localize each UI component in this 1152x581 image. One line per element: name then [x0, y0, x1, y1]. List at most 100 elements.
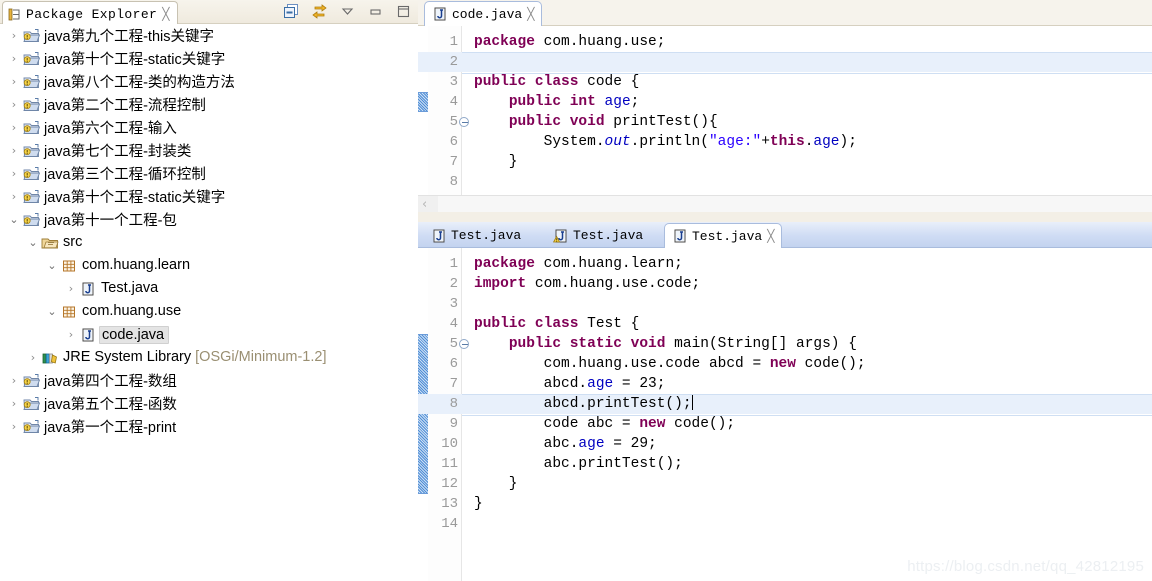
maximize-icon[interactable]	[395, 3, 412, 20]
tree-row[interactable]: › java第四个工程-数组	[0, 369, 418, 392]
code-line[interactable]: 5 public static void main(String[] args)…	[418, 334, 1152, 354]
project-tree[interactable]: › java第九个工程-this关键字 › java第十个工程-static关键字…	[0, 24, 418, 581]
tree-row[interactable]: › java第十个工程-static关键字	[0, 47, 418, 70]
tree-row[interactable]: ⌄ com.huang.use	[0, 300, 418, 323]
code-line[interactable]: 8 abcd.printTest();	[418, 394, 1152, 416]
tree-row[interactable]: › code.java	[0, 323, 418, 346]
code-line[interactable]: 2 import com.huang.use.code;	[418, 274, 1152, 294]
chevron-right-icon[interactable]: ›	[6, 420, 22, 433]
tree-row[interactable]: › java第八个工程-类的构造方法	[0, 70, 418, 93]
tree-row[interactable]: › java第五个工程-函数	[0, 392, 418, 415]
chevron-right-icon[interactable]: ›	[6, 397, 22, 410]
code-line[interactable]: 9 code abc = new code();	[418, 414, 1152, 434]
java-project-icon	[22, 373, 41, 389]
line-number: 7	[449, 376, 458, 392]
editor-top-code[interactable]: 1 package com.huang.use; 2 3 public class co…	[418, 26, 1152, 195]
code-line[interactable]: 2	[418, 52, 1152, 74]
tree-row[interactable]: ⌄ com.huang.learn	[0, 254, 418, 277]
code-text: public static void main(String[] args) {	[508, 336, 857, 352]
code-line[interactable]: 4 public int age;	[418, 92, 1152, 112]
fold-collapse-icon[interactable]	[459, 339, 469, 349]
code-line[interactable]: 11 abc.printTest();	[418, 454, 1152, 474]
chevron-right-icon[interactable]: ›	[63, 282, 79, 295]
chevron-right-icon[interactable]: ›	[63, 328, 79, 341]
chevron-right-icon[interactable]: ›	[6, 29, 22, 42]
chevron-right-icon[interactable]: ›	[6, 167, 22, 180]
java-file-icon	[431, 6, 447, 22]
editor-tab[interactable]: Test.java ╳	[664, 223, 783, 248]
chevron-right-icon[interactable]: ›	[6, 121, 22, 134]
line-number: 8	[449, 396, 458, 412]
hscroll-thumb[interactable]	[438, 196, 1152, 212]
chevron-right-icon[interactable]: ›	[6, 144, 22, 157]
close-icon[interactable]: ╳	[767, 229, 774, 243]
minimize-icon[interactable]	[367, 3, 384, 20]
java-project-icon	[22, 51, 41, 67]
tree-row[interactable]: › java第九个工程-this关键字	[0, 24, 418, 47]
close-icon[interactable]: ╳	[162, 7, 169, 21]
code-lines[interactable]: 1 package com.huang.use; 2 3 public class co…	[418, 32, 1152, 192]
editor-tab[interactable]: code.java ╳	[424, 1, 543, 26]
fold-collapse-icon[interactable]	[459, 117, 469, 127]
code-line[interactable]: 5 public void printTest(){	[418, 112, 1152, 132]
chevron-right-icon[interactable]: ›	[6, 52, 22, 65]
code-line[interactable]: 1 package com.huang.use;	[418, 32, 1152, 52]
code-line[interactable]: 12 }	[418, 474, 1152, 494]
chevron-right-icon[interactable]: ›	[25, 351, 41, 364]
code-text: abcd.age = 23;	[474, 376, 666, 392]
tree-row-label: java第十个工程-static关键字	[44, 48, 225, 70]
code-line[interactable]: 4 public class Test {	[418, 314, 1152, 334]
chevron-right-icon[interactable]: ›	[6, 374, 22, 387]
scroll-left-arrow-icon[interactable]: ‹	[422, 197, 427, 212]
tree-row-label-text: java第六个工程-输入	[44, 120, 177, 137]
code-text: public int age;	[508, 94, 640, 110]
code-line[interactable]: 1 package com.huang.learn;	[418, 254, 1152, 274]
editor-bottom-code[interactable]: 1 package com.huang.learn; 2 import com.hua…	[418, 248, 1152, 581]
editor-sash[interactable]	[418, 212, 1152, 222]
code-lines[interactable]: 1 package com.huang.learn; 2 import com.hua…	[418, 254, 1152, 534]
code-line[interactable]: 3 public class code {	[418, 72, 1152, 92]
code-line[interactable]: 6 System.out.println("age:"+this.age);	[418, 132, 1152, 152]
tree-row[interactable]: › java第一个工程-print	[0, 415, 418, 438]
chevron-right-icon[interactable]: ›	[6, 98, 22, 111]
chevron-right-icon[interactable]: ›	[6, 190, 22, 203]
chevron-down-icon[interactable]: ⌄	[44, 259, 60, 272]
eclipse-workbench: Package Explorer ╳ › java第九个工程-this关键字 ›…	[0, 0, 1152, 581]
editor-test-java: Test.java Test.java Test.java ╳ 1 package …	[418, 222, 1152, 581]
tree-row[interactable]: ⌄ java第十一个工程-包	[0, 208, 418, 231]
code-text: public void printTest(){	[508, 114, 718, 130]
chevron-down-icon[interactable]: ⌄	[44, 305, 60, 318]
editor-tab[interactable]: Test.java	[424, 223, 528, 248]
line-number: 9	[449, 416, 458, 432]
view-menu-icon[interactable]	[339, 3, 356, 20]
code-line[interactable]: 14	[418, 514, 1152, 534]
editor-tab[interactable]: Test.java	[546, 223, 650, 248]
code-line[interactable]: 10 abc.age = 29;	[418, 434, 1152, 454]
tree-row[interactable]: › JRE System Library [OSGi/Minimum-1.2]	[0, 346, 418, 369]
close-icon[interactable]: ╳	[527, 7, 534, 21]
collapse-all-icon[interactable]	[283, 3, 300, 20]
chevron-down-icon[interactable]: ⌄	[25, 236, 41, 249]
code-line[interactable]: 13}	[418, 494, 1152, 514]
code-line[interactable]: 3	[418, 294, 1152, 314]
tree-row[interactable]: ⌄ src	[0, 231, 418, 254]
chevron-right-icon[interactable]: ›	[6, 75, 22, 88]
link-with-editor-icon[interactable]	[311, 3, 328, 20]
code-line[interactable]: 8	[418, 172, 1152, 192]
chevron-down-icon[interactable]: ⌄	[6, 213, 22, 226]
code-line[interactable]: 7 abcd.age = 23;	[418, 374, 1152, 394]
code-line[interactable]: 6 com.huang.use.code abcd = new code();	[418, 354, 1152, 374]
editor-top-tabrow[interactable]: code.java ╳	[418, 0, 1152, 26]
line-number: 3	[449, 296, 458, 312]
tree-row[interactable]: › java第二个工程-流程控制	[0, 93, 418, 116]
package-explorer-tab[interactable]: Package Explorer ╳	[2, 1, 179, 24]
tree-row[interactable]: › Test.java	[0, 277, 418, 300]
tree-row[interactable]: › java第六个工程-输入	[0, 116, 418, 139]
code-line[interactable]: 7 }	[418, 152, 1152, 172]
tree-row[interactable]: › java第三个工程-循环控制	[0, 162, 418, 185]
editor-top-hscrollbar[interactable]: ‹	[418, 195, 1152, 212]
tree-row[interactable]: › java第七个工程-封装类	[0, 139, 418, 162]
tree-row[interactable]: › java第十个工程-static关键字	[0, 185, 418, 208]
code-text: System.out.println("age:"+this.age);	[474, 134, 857, 150]
editor-bottom-tabrow[interactable]: Test.java Test.java Test.java ╳	[418, 222, 1152, 248]
